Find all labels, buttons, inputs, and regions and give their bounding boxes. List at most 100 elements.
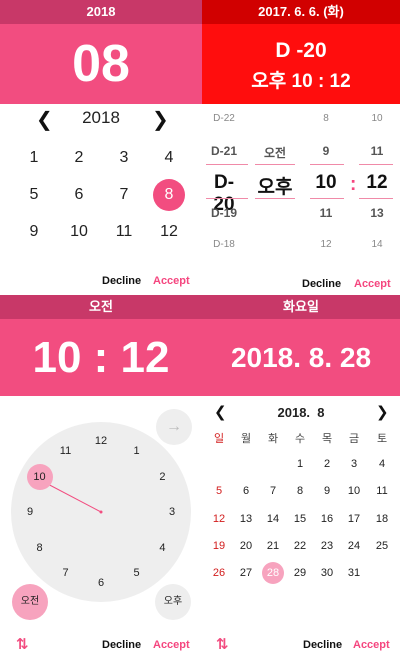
minute-option[interactable]: 12 (359, 172, 395, 194)
month-item[interactable]: 5 (14, 180, 54, 210)
day-cell[interactable]: 26 (205, 562, 233, 584)
month-item[interactable]: 2 (59, 143, 99, 173)
clock-number[interactable]: 3 (162, 505, 182, 519)
clock-number[interactable]: 8 (30, 541, 50, 555)
ampm-option[interactable]: 오후 (253, 172, 297, 199)
day-cell[interactable]: 13 (232, 508, 260, 530)
day-cell[interactable]: 22 (286, 535, 314, 557)
day-cell[interactable]: 24 (340, 535, 368, 557)
day-cell[interactable]: 30 (313, 562, 341, 584)
day-cell[interactable]: 10 (340, 480, 368, 502)
weekday-label: 목 (321, 433, 333, 445)
dday-option[interactable]: D-21 (204, 144, 244, 158)
month-item[interactable]: 6 (59, 180, 99, 210)
day-cell[interactable]: 7 (259, 480, 287, 502)
swap-icon[interactable]: ⇅ (216, 635, 229, 653)
day-cell[interactable]: 23 (313, 535, 341, 557)
clock-number[interactable]: 2 (152, 470, 172, 484)
minute-option[interactable]: 13 (359, 206, 395, 220)
hour-option[interactable]: 9 (308, 144, 344, 158)
month-item[interactable]: 1 (14, 143, 54, 173)
month-item[interactable]: 3 (104, 143, 144, 173)
hour-option[interactable]: 12 (308, 239, 344, 250)
day-cell[interactable]: 25 (368, 535, 396, 557)
pm-button[interactable]: 오후 (155, 584, 191, 620)
clock-number[interactable]: 1 (127, 444, 147, 458)
decline-button[interactable]: Decline (302, 278, 341, 290)
clock-number[interactable]: 11 (56, 444, 76, 458)
day-cell[interactable]: 8 (286, 480, 314, 502)
clock-number[interactable]: 5 (127, 566, 147, 580)
selection-divider (255, 198, 295, 199)
hour-option[interactable]: 8 (308, 113, 344, 124)
day-cell[interactable]: 31 (340, 562, 368, 584)
month-item[interactable]: 4 (149, 143, 189, 173)
decline-button[interactable]: Decline (102, 275, 141, 287)
clock-number[interactable]: 7 (56, 566, 76, 580)
day-cell[interactable]: 27 (232, 562, 260, 584)
day-cell[interactable]: 5 (205, 480, 233, 502)
clock-number[interactable]: 6 (91, 576, 111, 590)
day-cell[interactable]: 29 (286, 562, 314, 584)
month-item[interactable]: 7 (104, 180, 144, 210)
dday-display: D -20 (275, 39, 327, 62)
am-button[interactable]: 오전 (12, 584, 48, 620)
day-cell[interactable]: 9 (313, 480, 341, 502)
dday-option[interactable]: D-19 (204, 206, 244, 220)
day-cell[interactable]: 12 (205, 508, 233, 530)
day-cell[interactable]: 3 (340, 453, 368, 475)
accept-button[interactable]: Accept (354, 278, 391, 290)
accept-button[interactable]: Accept (153, 639, 190, 651)
day-cell[interactable]: 19 (205, 535, 233, 557)
day-cell[interactable]: 21 (259, 535, 287, 557)
selection-divider (206, 198, 248, 199)
day-cell[interactable]: 1 (286, 453, 314, 475)
next-year-button[interactable]: ❯ (152, 107, 169, 132)
clock-number-selected[interactable]: 10 (26, 463, 53, 490)
day-cell[interactable]: 6 (232, 480, 260, 502)
next-arrow-button[interactable]: → (156, 409, 192, 445)
dday-option[interactable]: D-22 (204, 113, 244, 124)
weekday-label: 수 (294, 433, 306, 445)
dday-time-header: D -20 오후 10 : 12 (202, 24, 400, 104)
day-cell[interactable]: 20 (232, 535, 260, 557)
calendar-date-picker-dialog: 화요일 2018. 8. 28 ❮ 2018. 8 ❯ 일월화수목금토 1234… (202, 295, 400, 657)
day-cell[interactable]: 14 (259, 508, 287, 530)
day-cell[interactable]: 4 (368, 453, 396, 475)
hour-option[interactable]: 10 (308, 172, 344, 194)
day-cell[interactable]: 11 (368, 480, 396, 502)
year-label: 2018 (82, 108, 120, 127)
decline-button[interactable]: Decline (303, 639, 342, 651)
clock-number[interactable]: 12 (91, 434, 111, 448)
selection-divider (310, 164, 344, 165)
month-item[interactable]: 10 (59, 217, 99, 247)
minute-option[interactable]: 11 (359, 144, 395, 158)
day-selected[interactable]: 28 (262, 562, 284, 584)
month-item[interactable]: 11 (104, 217, 144, 247)
minute-option[interactable]: 14 (359, 239, 395, 250)
swap-icon[interactable]: ⇅ (16, 635, 29, 653)
accept-button[interactable]: Accept (153, 275, 190, 287)
prev-month-button[interactable]: ❮ (214, 403, 227, 421)
clock-number[interactable]: 4 (152, 541, 172, 555)
selection-divider (255, 164, 295, 165)
minute-option[interactable]: 10 (359, 113, 395, 124)
day-cell[interactable]: 2 (313, 453, 341, 475)
day-cell[interactable]: 18 (368, 508, 396, 530)
decline-button[interactable]: Decline (102, 639, 141, 651)
day-cell[interactable]: 15 (286, 508, 314, 530)
next-month-button[interactable]: ❯ (376, 403, 389, 421)
ampm-bar: 오전 (0, 295, 202, 319)
month-item[interactable]: 9 (14, 217, 54, 247)
month-item[interactable]: 12 (149, 217, 189, 247)
ampm-option[interactable]: 오전 (253, 144, 297, 161)
month-selected[interactable]: 8 (153, 179, 185, 211)
day-cell[interactable]: 17 (340, 508, 368, 530)
prev-year-button[interactable]: ❮ (36, 107, 53, 132)
dday-option[interactable]: D-18 (204, 239, 244, 250)
day-cell[interactable]: 16 (313, 508, 341, 530)
accept-button[interactable]: Accept (353, 639, 390, 651)
clock-face[interactable]: 12 1 2 3 4 5 6 7 8 9 10 11 (11, 422, 191, 602)
hour-option[interactable]: 11 (308, 206, 344, 220)
clock-number[interactable]: 9 (20, 505, 40, 519)
